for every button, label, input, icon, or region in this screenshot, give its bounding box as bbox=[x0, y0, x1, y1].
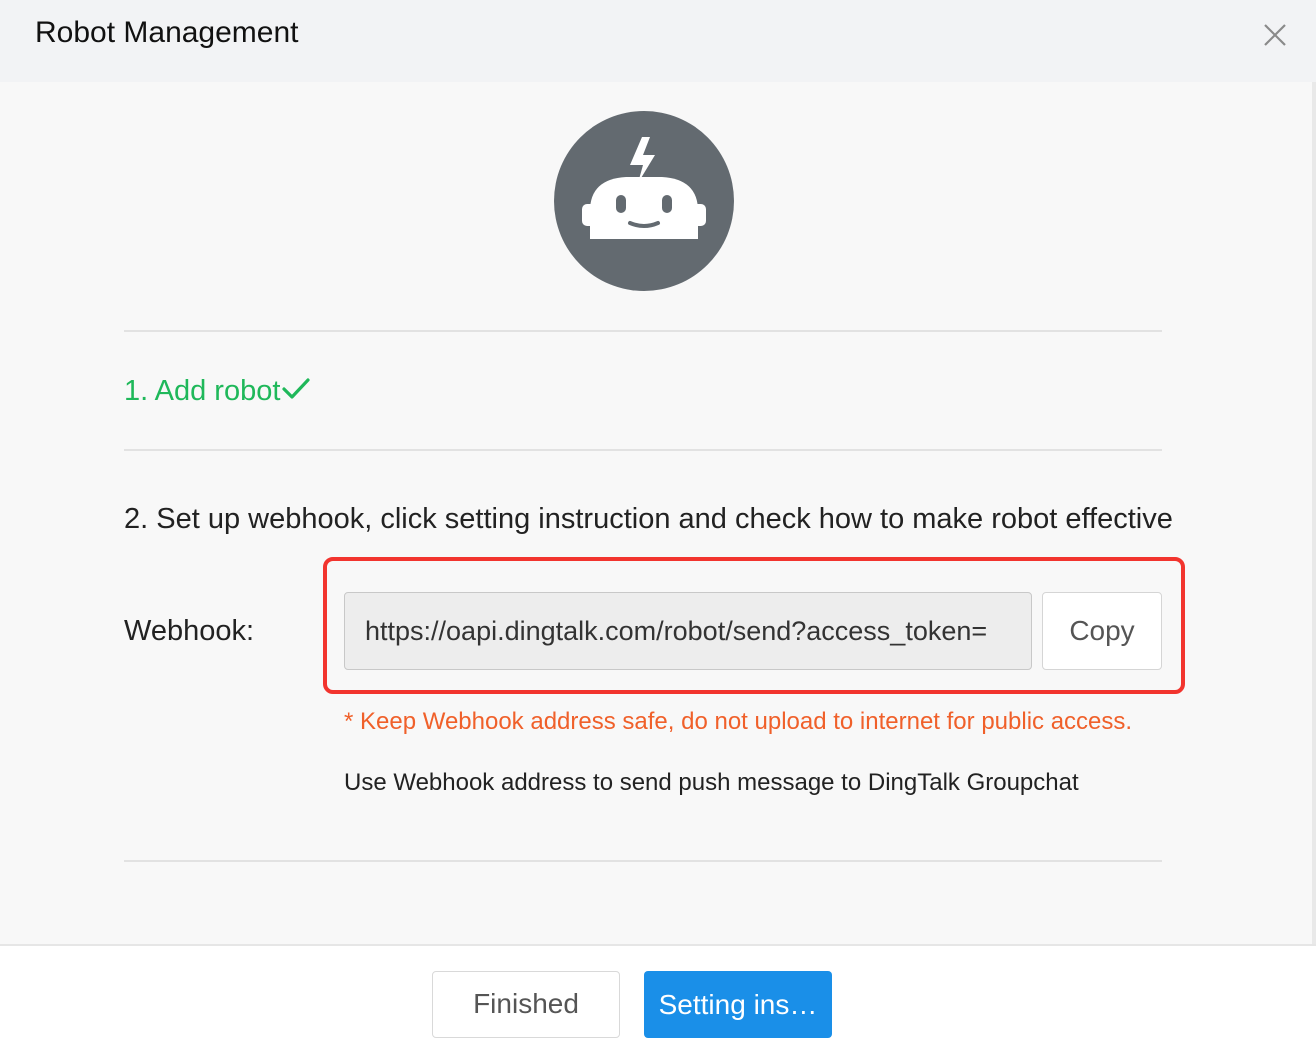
close-icon[interactable] bbox=[1258, 18, 1292, 52]
step-setup-webhook: 2. Set up webhook, click setting instruc… bbox=[124, 503, 1173, 535]
webhook-warning: * Keep Webhook address safe, do not uplo… bbox=[344, 708, 1133, 735]
finished-button[interactable]: Finished bbox=[432, 971, 620, 1038]
robot-icon bbox=[554, 111, 734, 291]
divider-top bbox=[124, 330, 1162, 332]
dialog-title: Robot Management bbox=[35, 16, 299, 49]
divider-middle bbox=[124, 449, 1162, 451]
step1-label: 1. Add robot bbox=[124, 375, 281, 407]
webhook-usage-note: Use Webhook address to send push message… bbox=[344, 769, 1079, 796]
webhook-url-field[interactable]: https://oapi.dingtalk.com/robot/send?acc… bbox=[344, 592, 1032, 670]
dialog-header: Robot Management bbox=[0, 0, 1316, 82]
divider-bottom bbox=[124, 860, 1162, 862]
setting-instruction-button[interactable]: Setting ins… bbox=[644, 971, 832, 1038]
step-add-robot: 1. Add robot bbox=[124, 372, 311, 411]
webhook-label: Webhook: bbox=[124, 615, 255, 647]
checkmark-icon bbox=[282, 373, 311, 411]
copy-button[interactable]: Copy bbox=[1042, 592, 1162, 670]
